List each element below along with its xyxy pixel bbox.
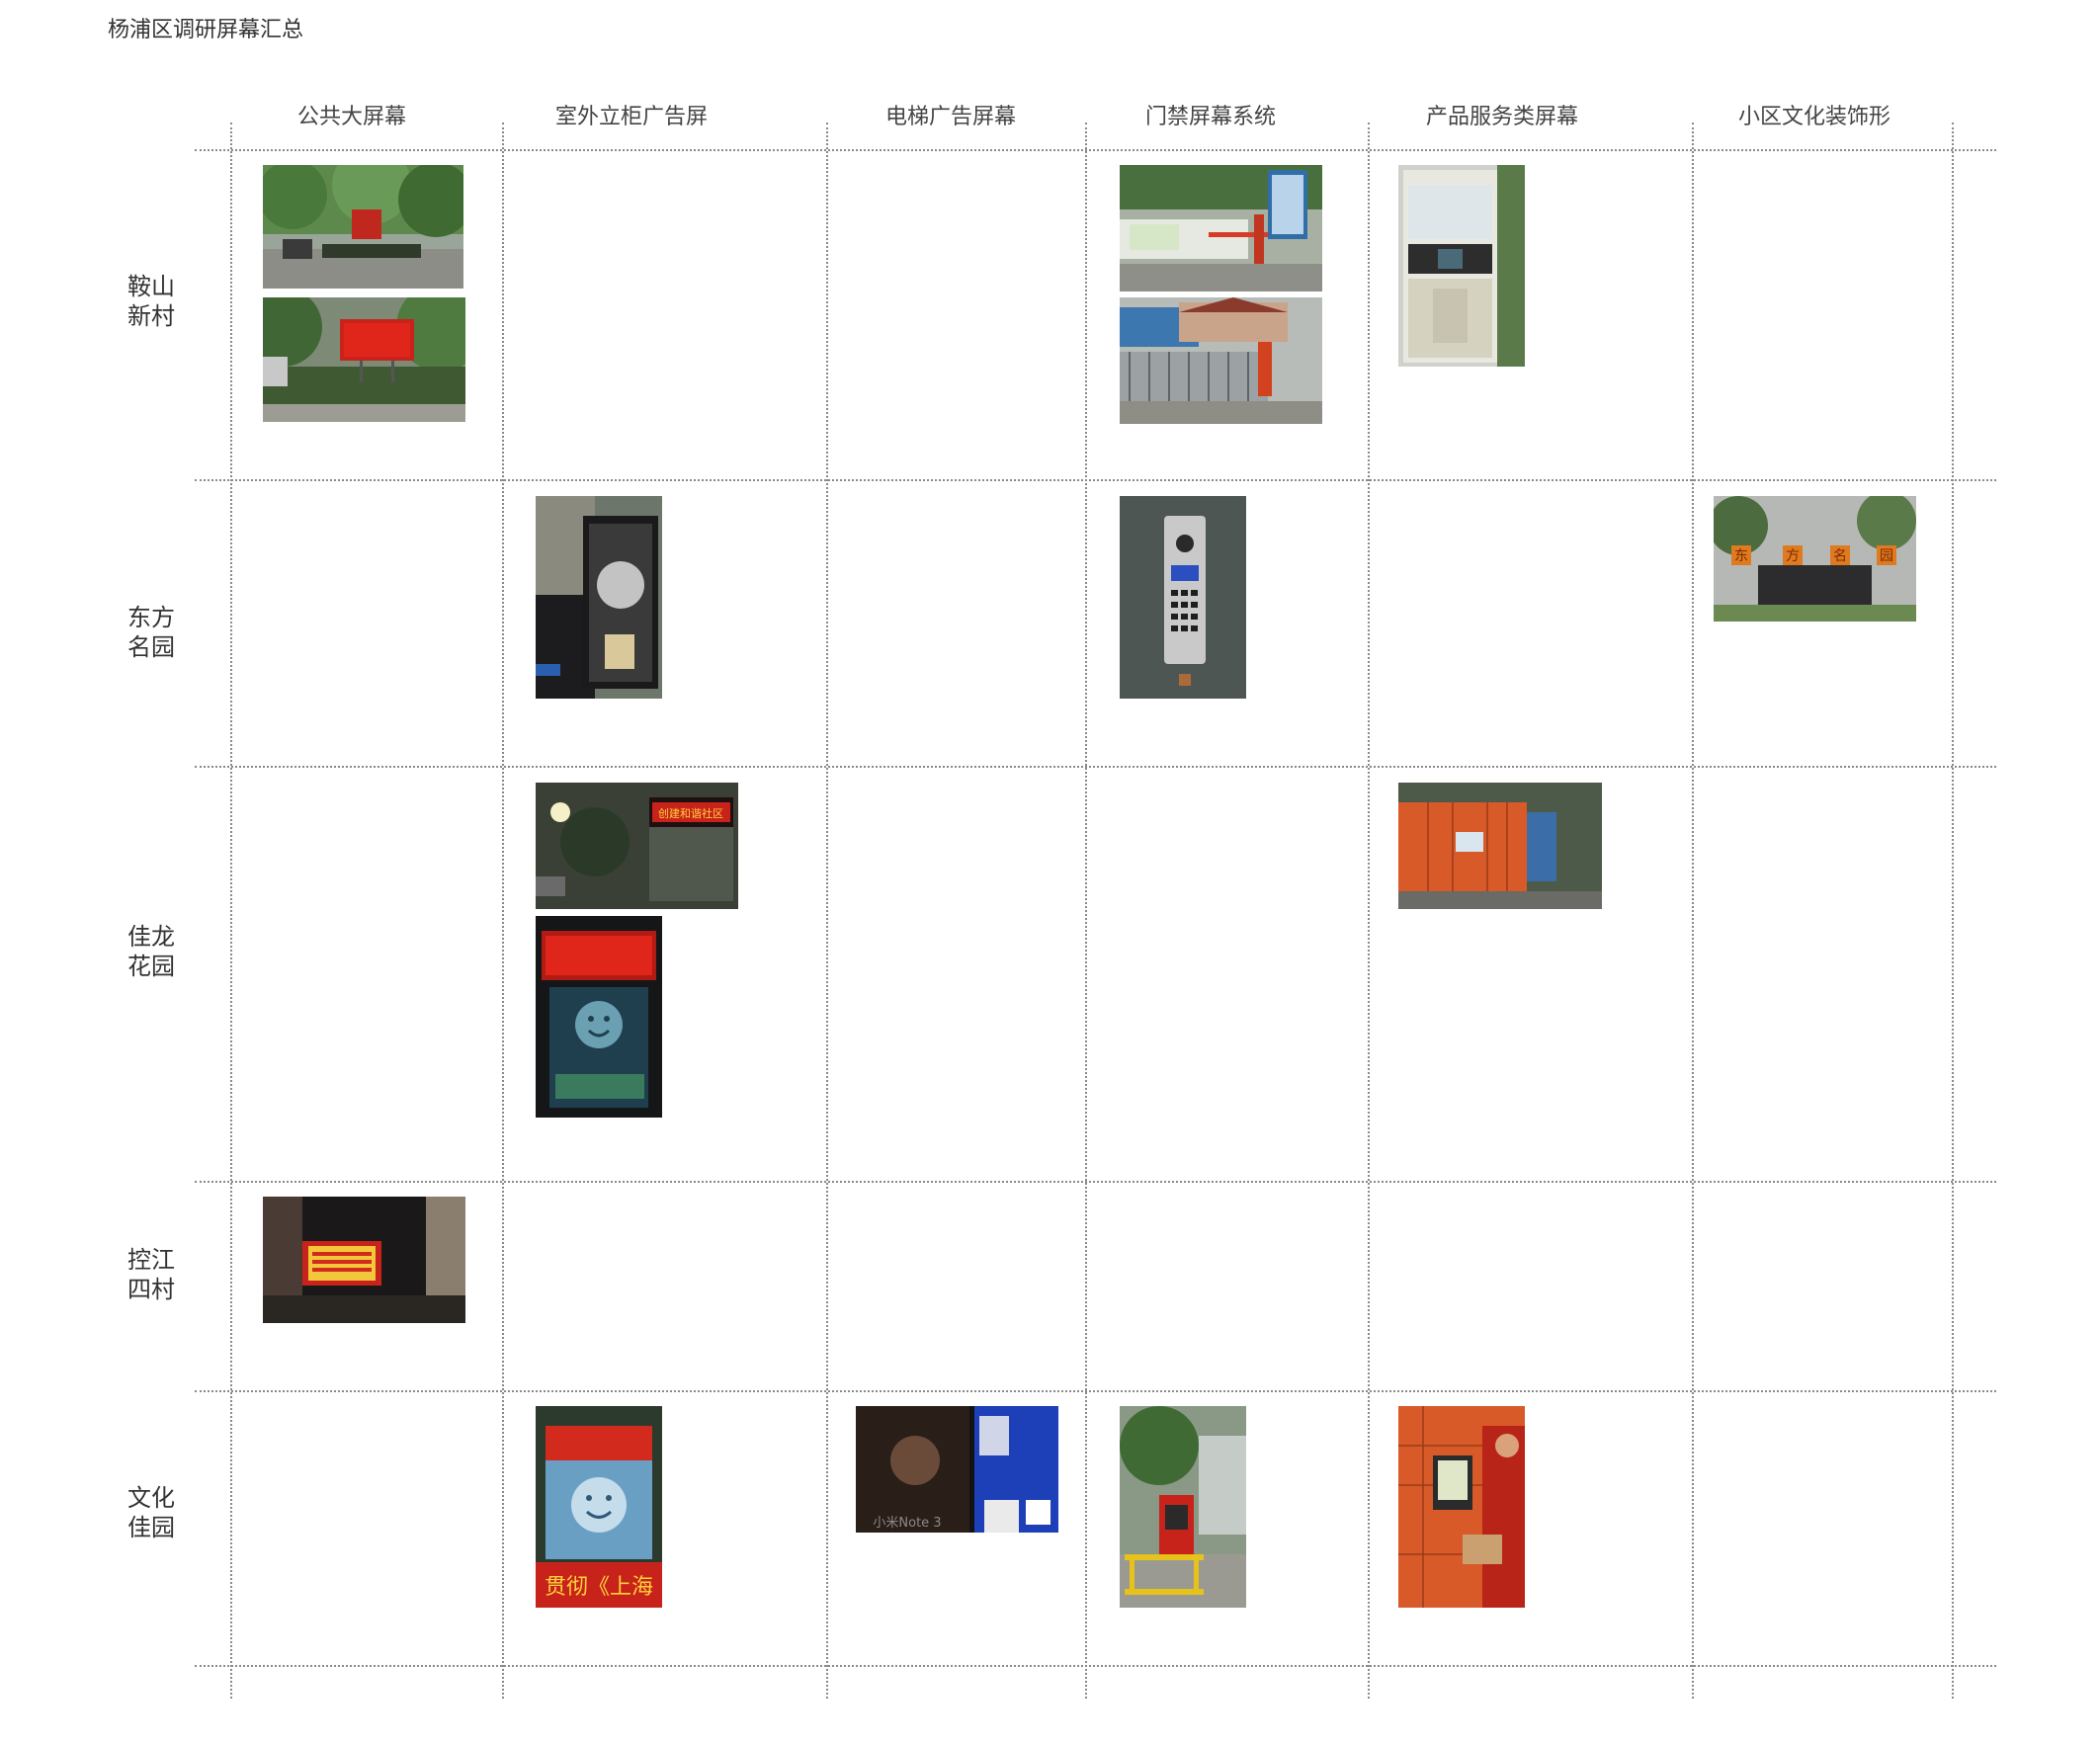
grid-hline [195, 149, 1996, 151]
photo-wenhua-parcel-locker [1398, 1406, 1525, 1608]
grid-hline [195, 479, 1996, 481]
col-header-community-culture: 小区文化装饰形 [1737, 105, 1890, 129]
page-title: 杨浦区调研屏幕汇总 [108, 18, 304, 42]
photo-wenhua-access-kiosk [1120, 1406, 1246, 1608]
photo-jialong-outdoor-led-1: 创建和谐社区 [536, 783, 738, 909]
photo-anshan-access-gate-2 [1120, 297, 1322, 424]
grid-hline [195, 1390, 1996, 1392]
grid-vline [1952, 123, 1954, 1699]
sign-char-3: 名 [1833, 548, 1847, 564]
row-label-anshan: 鞍山 新村 [127, 273, 175, 330]
grid-vline [1692, 123, 1694, 1699]
col-header-outdoor-cabinet: 室外立柜广告屏 [554, 105, 708, 129]
grid-vline [502, 123, 504, 1699]
photo-dongfang-intercom [1120, 496, 1246, 699]
grid-hline [195, 1665, 1996, 1667]
photo-wenhua-elevator-ad: 小米Note 3 [856, 1406, 1058, 1533]
photo-anshan-public-screen-2 [263, 297, 465, 422]
photo-dongfang-outdoor-cabinet [536, 496, 662, 699]
row-label-dongfang: 东方 名园 [127, 604, 175, 661]
col-header-public-screen: 公共大屏幕 [296, 105, 406, 129]
photo-anshan-product-kiosk [1398, 165, 1525, 367]
photo-jialong-outdoor-led-2 [536, 916, 662, 1118]
col-header-product-service: 产品服务类屏幕 [1425, 105, 1578, 129]
photo-anshan-access-gate-1 [1120, 165, 1322, 291]
grid-hline [195, 1181, 1996, 1183]
grid-vline [826, 123, 828, 1699]
sign-char-4: 园 [1880, 548, 1893, 564]
sign-char-1: 东 [1734, 548, 1748, 564]
grid-hline [195, 766, 1996, 768]
sign-char-2: 方 [1786, 548, 1800, 564]
row-label-kongjiang: 控江 四村 [127, 1246, 175, 1303]
banner-text: 贯彻《上海 [545, 1575, 653, 1600]
led-text: 创建和谐社区 [658, 806, 723, 820]
photo-jialong-parcel-locker [1398, 783, 1602, 909]
photo-wenhua-outdoor-cabinet: 贯彻《上海 [536, 1406, 662, 1608]
grid-vline [1085, 123, 1087, 1699]
camera-watermark: 小米Note 3 [873, 1516, 941, 1531]
row-label-wenhua: 文化 佳园 [127, 1484, 175, 1541]
row-label-jialong: 佳龙 花园 [127, 923, 175, 980]
col-header-elevator-ad: 电梯广告屏幕 [884, 105, 1016, 129]
photo-dongfang-community-sign: 东 方 名 园 [1714, 496, 1916, 622]
grid-vline [1368, 123, 1370, 1699]
photo-kongjiang-public-screen [263, 1197, 465, 1323]
grid-vline [230, 123, 232, 1699]
col-header-access-control: 门禁屏幕系统 [1144, 105, 1276, 129]
photo-anshan-public-screen-1 [263, 165, 463, 289]
